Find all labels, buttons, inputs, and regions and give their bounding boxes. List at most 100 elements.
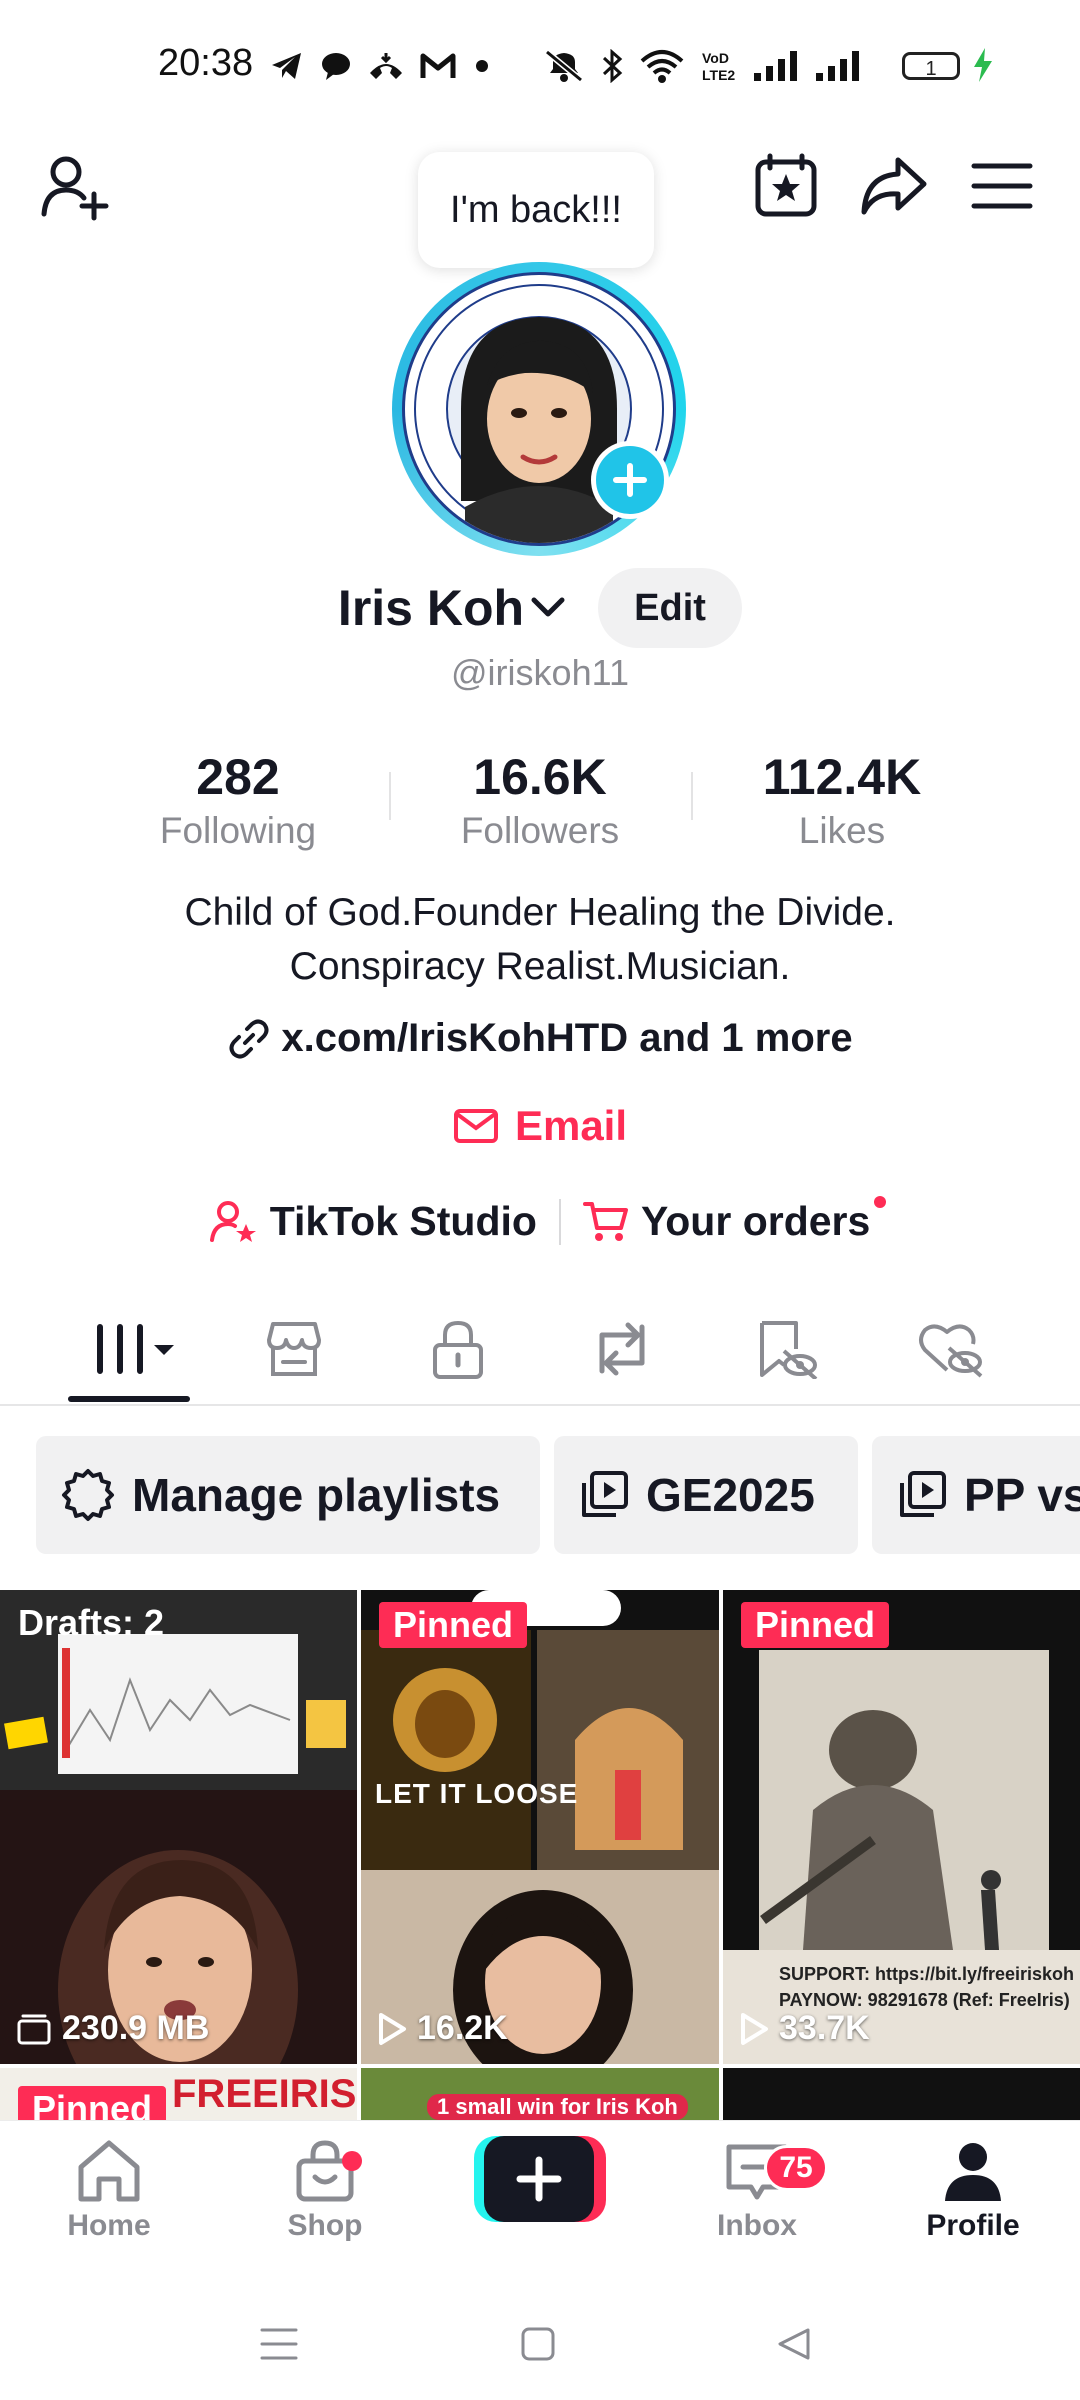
videos-grid-icon (90, 1321, 180, 1377)
drafts-count: Drafts: 2 (18, 1602, 165, 1643)
playlist-chip[interactable]: PP vs (872, 1436, 1080, 1554)
shop-icon (263, 1320, 325, 1378)
stat-divider (691, 772, 693, 820)
stat-followers[interactable]: 16.6K Followers (389, 748, 691, 852)
email-label: Email (514, 1102, 628, 1149)
link-text: x.com/IrisKohHTD and 1 more (281, 1016, 853, 1060)
repost-icon (590, 1321, 654, 1377)
incoming-call-icon (368, 51, 404, 81)
profile-handle: @iriskoh11 (451, 652, 629, 693)
link-icon (227, 1017, 271, 1061)
profile-icon (941, 2139, 1005, 2203)
user-star-icon (209, 1200, 258, 1244)
status-time: 20:38 (158, 42, 254, 84)
stat-label: Likes (798, 810, 886, 851)
nav-label: Profile (926, 2209, 1020, 2242)
add-user-icon[interactable] (36, 146, 116, 226)
video-caption: 1 small win for Iris Koh (427, 2094, 688, 2120)
create-plus-icon (474, 2136, 606, 2222)
pinned-badge: Pinned (379, 1602, 528, 1648)
back-icon[interactable] (776, 2326, 812, 2362)
tab-videos[interactable] (80, 1298, 190, 1400)
email-button[interactable]: Email (0, 1102, 1080, 1150)
tab-favorites[interactable] (736, 1298, 836, 1400)
playlist-label: PP vs (964, 1469, 1080, 1521)
battery-indicator: 1 (902, 52, 960, 80)
wifi-icon (640, 49, 684, 83)
favorites-hidden-icon (754, 1319, 818, 1379)
stat-divider (389, 772, 391, 820)
bio-line: Child of God.Founder Healing the Divide. (184, 891, 896, 934)
video-tile[interactable]: Pinned FREEIRIS (0, 2068, 357, 2128)
stat-following[interactable]: 282 Following (87, 748, 389, 852)
notification-dot (874, 1196, 887, 1208)
edit-profile-button[interactable]: Edit (598, 568, 743, 648)
nav-inbox[interactable]: Inbox 75 (672, 2139, 842, 2243)
gear-icon (60, 1467, 116, 1523)
playlist-icon (578, 1469, 630, 1521)
share-icon[interactable] (854, 146, 934, 226)
video-tile[interactable] (723, 2068, 1080, 2128)
divider (558, 1198, 561, 1245)
video-stat: 230.9 MB (16, 2009, 209, 2048)
stat-label: Followers (460, 810, 620, 851)
stat-likes[interactable]: 112.4K Likes (691, 748, 993, 852)
menu-icon[interactable] (962, 146, 1042, 226)
note-bubble[interactable]: I'm back!!! (418, 152, 654, 268)
tab-reposts[interactable] (572, 1298, 672, 1400)
drafts-icon (16, 2013, 52, 2045)
video-caption: SUPPORT: https://bit.ly/freeiriskoh (779, 1964, 1075, 1984)
chevron-down-icon (530, 596, 566, 620)
video-stat: 33.7K (739, 2009, 870, 2048)
your-orders-button[interactable]: Your orders (582, 1196, 887, 1245)
video-tile[interactable]: 1 small win for Iris Koh (361, 2068, 719, 2128)
bluetooth-icon (600, 49, 624, 83)
stat-value: 16.6K (473, 749, 607, 805)
creator-tools-row: TikTok Studio Your orders (0, 1196, 1080, 1245)
profile-stats: 282 Following 16.6K Followers 112.4K Lik… (0, 748, 1080, 852)
manage-playlists-label: Manage playlists (132, 1469, 501, 1521)
signal-icon (816, 51, 862, 81)
tab-shop[interactable] (244, 1298, 344, 1400)
video-thumbnail (361, 1590, 719, 2064)
profile-link[interactable]: x.com/IrisKohHTD and 1 more (0, 1016, 1080, 1061)
video-caption: LET IT LOOSE (375, 1778, 579, 1809)
video-stat-value: 16.2K (417, 2009, 508, 2047)
account-switcher[interactable]: Iris Koh (338, 579, 566, 637)
home-button-icon[interactable] (520, 2326, 556, 2362)
nav-home[interactable]: Home (24, 2139, 194, 2243)
tab-liked[interactable] (900, 1298, 1000, 1400)
video-tile-drafts[interactable]: Drafts: 2 230.9 MB (0, 1590, 357, 2064)
tab-private[interactable] (408, 1298, 508, 1400)
pinned-badge: Pinned (741, 1602, 890, 1648)
lock-icon (431, 1319, 485, 1379)
play-icon (739, 2012, 769, 2046)
playlist-chip[interactable]: GE2025 (554, 1436, 858, 1554)
playlist-icon (896, 1469, 948, 1521)
add-story-button[interactable] (591, 441, 669, 519)
recent-apps-icon[interactable] (260, 2326, 298, 2362)
video-tile[interactable]: Pinned LET IT LOOSE 16.2K (361, 1590, 719, 2064)
chat-bubble-icon (320, 51, 352, 81)
home-icon (75, 2139, 143, 2203)
liked-hidden-icon (917, 1320, 983, 1378)
inbox-badge: 75 (764, 2145, 828, 2191)
manage-playlists-button[interactable]: Manage playlists (36, 1436, 540, 1554)
bio-line: Conspiracy Realist.Musician. (289, 945, 791, 988)
tiktok-studio-button[interactable]: TikTok Studio (209, 1198, 537, 1245)
play-icon (377, 2012, 407, 2046)
playlist-row: Manage playlists GE2025 PP vs (36, 1436, 1080, 1554)
create-button[interactable] (474, 2136, 606, 2222)
video-tile[interactable]: Pinned SUPPORT: https://bit.ly/freeirisk… (723, 1590, 1080, 2064)
stat-value: 112.4K (762, 749, 922, 805)
svg-text:LTE2: LTE2 (702, 67, 735, 83)
nav-shop[interactable]: Shop (240, 2139, 410, 2243)
stat-label: Following (159, 810, 317, 851)
video-stat: 16.2K (377, 2009, 508, 2048)
volte-icon: VoD LTE2 (700, 49, 738, 83)
nav-profile[interactable]: Profile (888, 2139, 1058, 2243)
video-caption: FREEIRIS (172, 2072, 357, 2116)
video-stat-value: 33.7K (779, 2009, 870, 2047)
calendar-star-icon[interactable] (746, 146, 826, 226)
dot-icon (472, 56, 492, 76)
